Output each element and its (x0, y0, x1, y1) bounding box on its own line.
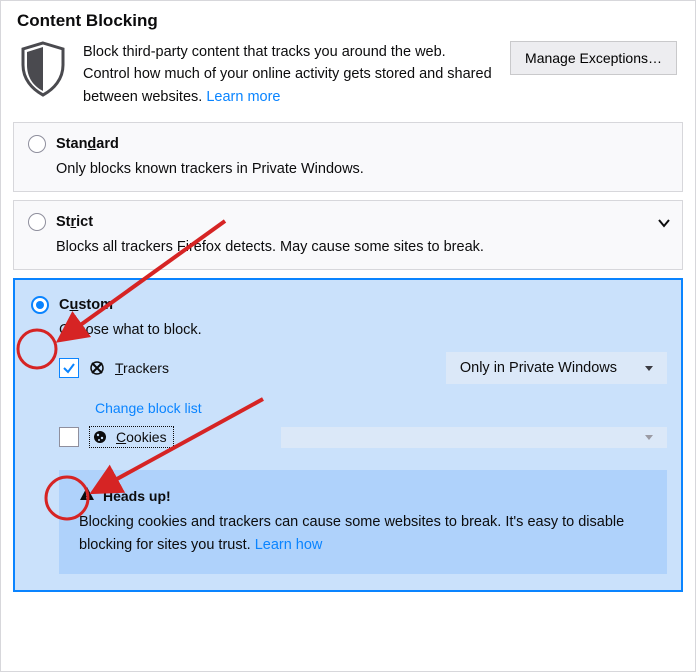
heads-up-body: Blocking cookies and trackers can cause … (79, 514, 624, 552)
option-strict[interactable]: Strict Blocks all trackers Firefox detec… (13, 200, 683, 270)
warning-icon (79, 486, 95, 505)
option-standard[interactable]: Standard Only blocks known trackers in P… (13, 122, 683, 192)
intro-text: Block third-party content that tracks yo… (83, 41, 494, 108)
checkbox-cookies[interactable] (59, 427, 79, 447)
shield-icon (19, 41, 67, 97)
cookies-icon (92, 429, 108, 445)
trackers-scope-dropdown[interactable]: Only in Private Windows (446, 352, 667, 384)
page-title: Content Blocking (17, 11, 683, 31)
trackers-row: Trackers Only in Private Windows (59, 352, 667, 384)
chevron-down-icon (645, 435, 653, 440)
heads-up-info: Heads up! Blocking cookies and trackers … (59, 470, 667, 574)
content-blocking-panel: Content Blocking Block third-party conte… (0, 0, 696, 672)
cookies-scope-dropdown (281, 427, 667, 448)
intro-section: Block third-party content that tracks yo… (13, 41, 683, 122)
radio-standard[interactable] (28, 135, 46, 153)
radio-strict[interactable] (28, 213, 46, 231)
custom-options-body: Trackers Only in Private Windows Change … (59, 352, 667, 574)
option-strict-label: Strict (56, 214, 93, 230)
change-block-list-link[interactable]: Change block list (95, 400, 202, 416)
learn-how-link[interactable]: Learn how (255, 537, 323, 553)
option-standard-label: Standard (56, 136, 119, 152)
option-strict-desc: Blocks all trackers Firefox detects. May… (56, 239, 668, 255)
cookies-focus-ring: Cookies (89, 426, 174, 448)
radio-custom[interactable] (31, 296, 49, 314)
intro-body: Block third-party content that tracks yo… (83, 44, 492, 105)
cookies-row: Cookies (59, 426, 667, 448)
manage-exceptions-button[interactable]: Manage Exceptions… (510, 41, 677, 75)
trackers-icon (89, 360, 105, 376)
option-custom-label: Custom (59, 297, 113, 313)
trackers-scope-value: Only in Private Windows (460, 360, 617, 376)
option-standard-desc: Only blocks known trackers in Private Wi… (56, 161, 668, 177)
chevron-down-icon (645, 366, 653, 371)
trackers-label: Trackers (115, 360, 169, 376)
checkbox-trackers[interactable] (59, 358, 79, 378)
learn-more-link[interactable]: Learn more (206, 89, 280, 105)
heads-up-heading: Heads up! (103, 488, 171, 504)
option-custom-desc: Choose what to block. (59, 322, 667, 338)
option-custom[interactable]: Custom Choose what to block. Trackers On… (13, 278, 683, 592)
cookies-label: Cookies (116, 429, 167, 445)
chevron-down-icon[interactable] (658, 215, 670, 231)
